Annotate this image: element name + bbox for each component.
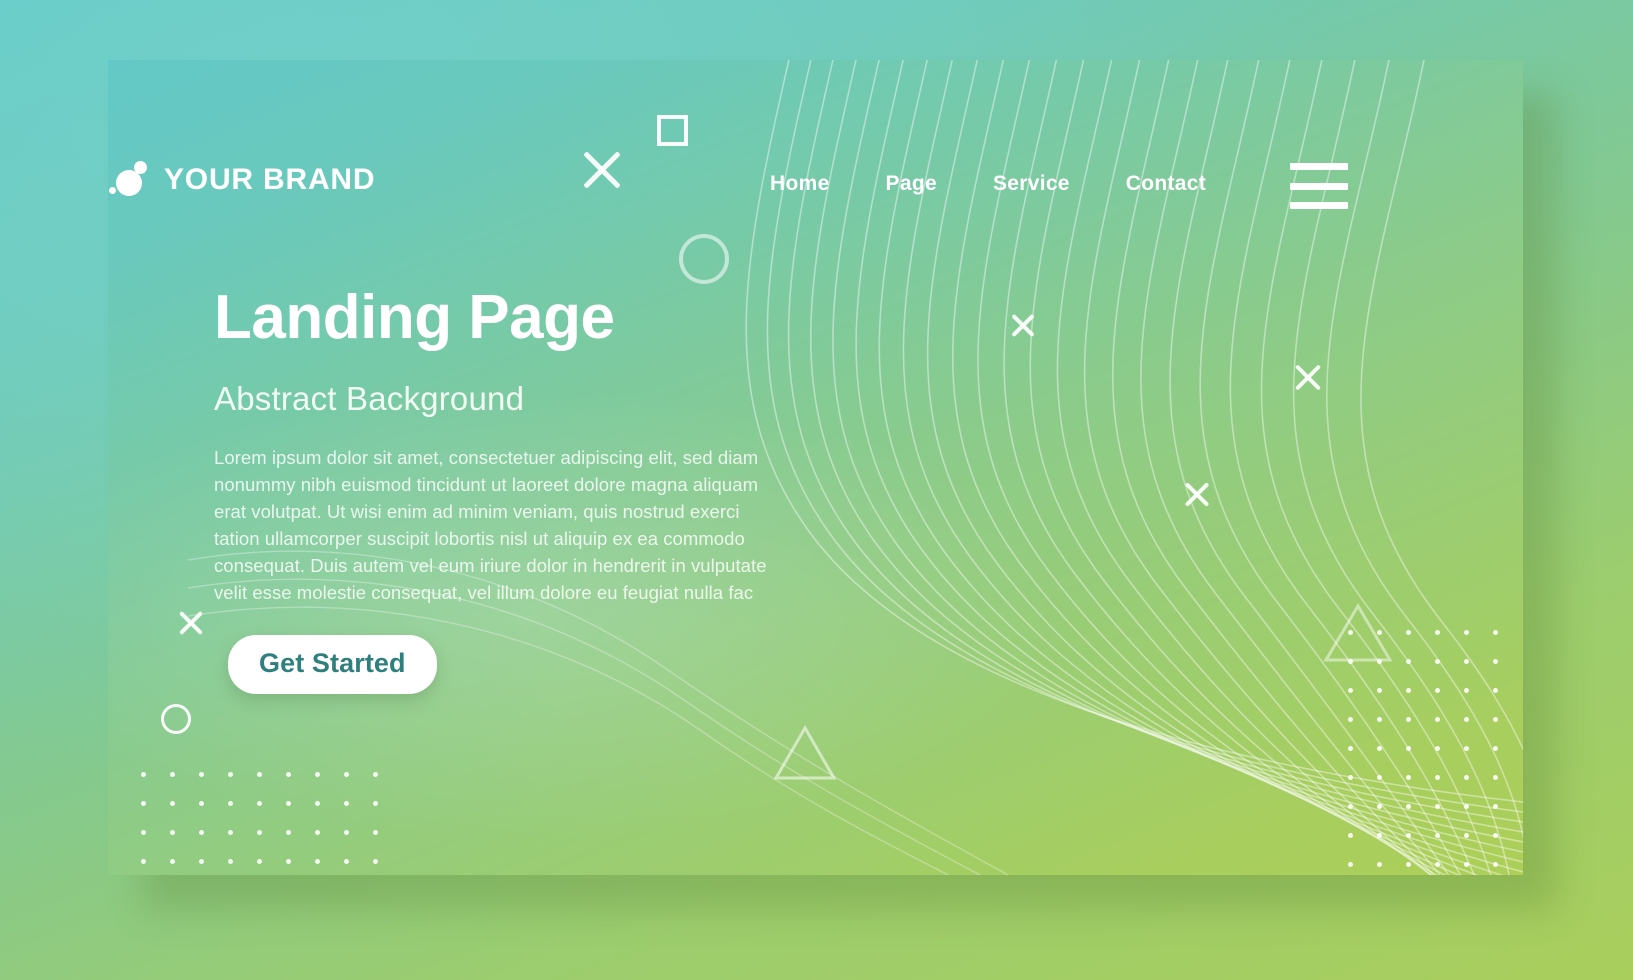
hero-body-text: Lorem ipsum dolor sit amet, consectetuer… [214,447,767,604]
circle-outline-icon-hero [679,234,729,284]
site-header [108,60,1523,240]
get-started-button[interactable]: Get Started [228,635,437,694]
circle-outline-icon-left [161,704,191,734]
hero-section: Landing Page Abstract Background Lorem i… [214,285,814,606]
triangle-outline-icon-center [773,725,837,780]
dot-grid-decoration-right [1348,630,1498,875]
page-title: Landing Page [214,283,615,352]
dot-grid-decoration-left [141,772,391,864]
page-subtitle: Abstract Background [214,380,525,418]
